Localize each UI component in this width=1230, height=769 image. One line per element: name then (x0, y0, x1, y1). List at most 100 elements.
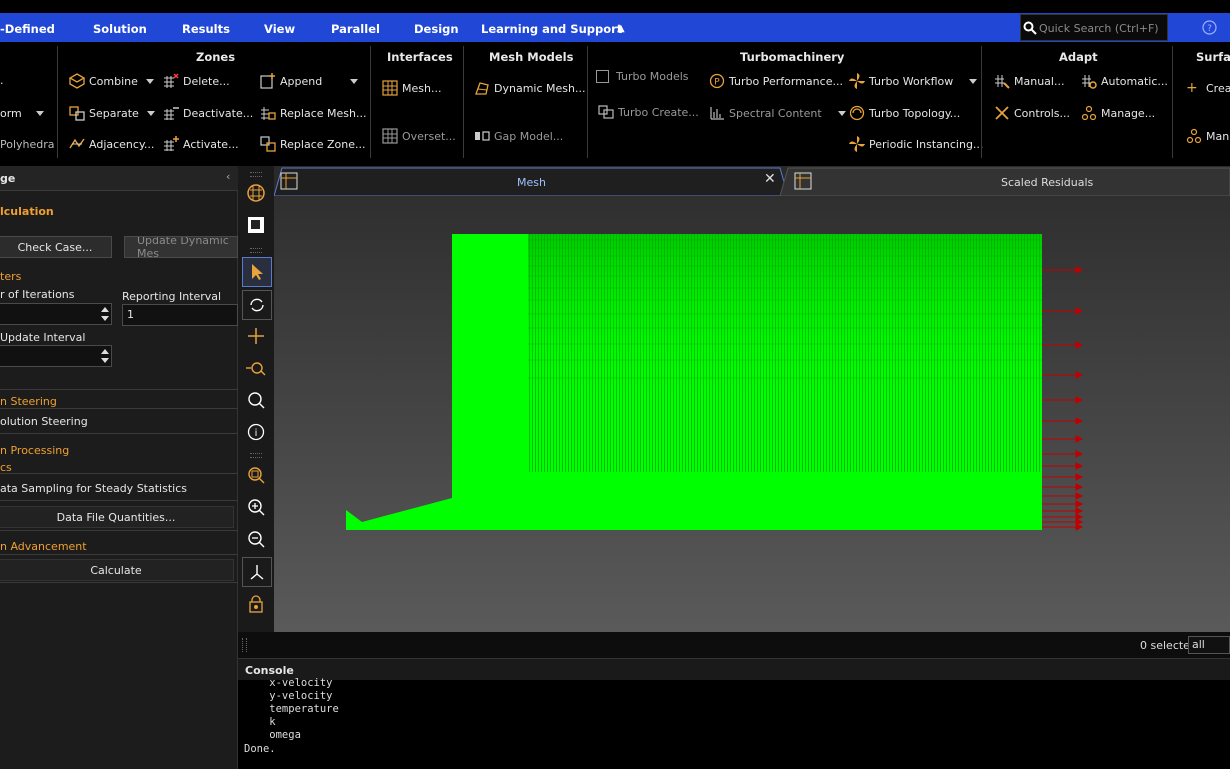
deactivate-zone-button[interactable]: Deactivate... (163, 103, 253, 123)
adapt-manage-button[interactable]: Manage... (1081, 103, 1155, 123)
menu-learning-support[interactable]: Learning and Support (481, 13, 622, 42)
tab-residuals[interactable] (794, 172, 812, 193)
divider (0, 473, 238, 474)
toolbar-grip[interactable] (250, 453, 262, 458)
dynamic-mesh-button[interactable]: Dynamic Mesh... (474, 78, 585, 98)
graphics-tabs: Mesh ✕ Scaled Residuals (274, 166, 1230, 196)
collapse-ribbon-icon[interactable]: ▲ (617, 13, 625, 42)
toolbar-grip[interactable] (250, 248, 262, 253)
selection-filter-select[interactable]: all (1188, 636, 1230, 654)
spinner-icon[interactable] (101, 306, 109, 322)
interface-mesh-button[interactable]: Mesh... (382, 78, 441, 98)
turbo-performance-icon: P (709, 73, 725, 89)
combine-label: Combine (89, 74, 138, 88)
delete-zone-button[interactable]: Delete... (163, 71, 230, 91)
help-button[interactable]: ? (1170, 14, 1230, 41)
replace-mesh-button[interactable]: Replace Mesh... (260, 103, 366, 123)
adapt-manual-label: Manual... (1014, 74, 1065, 88)
replace-zone-button[interactable]: Replace Zone... (260, 134, 366, 154)
mesh-display (346, 234, 1084, 531)
view-panes-icon[interactable] (242, 211, 270, 239)
combine-button[interactable]: Combine (68, 71, 154, 91)
data-file-quantities-button[interactable]: Data File Quantities... (0, 506, 234, 528)
zoom-out-icon[interactable] (242, 525, 270, 553)
activate-zone-button[interactable]: Activate... (163, 134, 239, 154)
overset-button[interactable]: Overset... (382, 126, 456, 146)
separate-icon (69, 105, 85, 121)
turbo-models-checkbox[interactable]: Turbo Models (596, 66, 689, 86)
separate-button[interactable]: Separate (69, 103, 155, 123)
update-dynamic-mesh-button[interactable]: Update Dynamic Mes (124, 236, 238, 258)
turbo-create-button[interactable]: Turbo Create... (598, 102, 699, 122)
graphics-viewport[interactable] (274, 196, 1230, 632)
menu-solution[interactable]: Solution (93, 13, 147, 42)
toolbar-grip[interactable] (250, 172, 262, 177)
check-case-button[interactable]: Check Case... (0, 236, 112, 258)
menu-user-defined[interactable]: -Defined (0, 13, 55, 42)
axes-orientation-icon[interactable] (242, 557, 272, 587)
zoom-in-icon[interactable] (242, 493, 270, 521)
adapt-automatic-button[interactable]: Automatic... (1081, 71, 1168, 91)
replace-zone-icon (260, 136, 276, 152)
menu-results[interactable]: Results (182, 13, 230, 42)
fit-to-window-icon[interactable] (242, 461, 270, 489)
gap-model-button[interactable]: Gap Model... (474, 126, 563, 146)
menu-design[interactable]: Design (414, 13, 459, 42)
replace-mesh-icon (260, 105, 276, 121)
mesh-display-icon[interactable] (242, 179, 270, 207)
adapt-manual-button[interactable]: Manual... (994, 71, 1064, 91)
lock-view-icon[interactable] (242, 590, 270, 618)
console-output[interactable]: x-velocity y-velocity temperature k omeg… (238, 677, 1230, 769)
close-tab-icon[interactable]: ✕ (764, 171, 776, 187)
adapt-controls-button[interactable]: Controls... (994, 103, 1070, 123)
transform-button[interactable]: orm (0, 103, 44, 123)
ribbon-separator (981, 46, 982, 158)
task-panel: ge ‹ lculation Check Case... Update Dyna… (0, 166, 238, 769)
search-placeholder: Quick Search (Ctrl+F) (1039, 22, 1159, 35)
pan-icon[interactable] (242, 322, 270, 350)
select-pointer-icon[interactable] (242, 257, 272, 287)
append-label: Append (280, 74, 323, 88)
calculate-button[interactable]: Calculate (0, 559, 234, 581)
rotate-icon[interactable] (242, 290, 272, 320)
turbo-performance-button[interactable]: P Turbo Performance... (709, 71, 843, 91)
adjacency-label: Adjacency... (89, 137, 155, 151)
menu-parallel[interactable]: Parallel (331, 13, 380, 42)
spectral-content-button[interactable]: Spectral Content (709, 103, 846, 123)
reporting-interval-input[interactable]: 1 (122, 304, 238, 326)
status-grip[interactable] (242, 638, 247, 652)
activate-label: Activate... (183, 137, 239, 151)
tab-mesh-label[interactable]: Mesh (517, 176, 546, 189)
tab-mesh[interactable] (280, 172, 298, 193)
quick-search-input[interactable]: Quick Search (Ctrl+F) (1020, 14, 1168, 41)
graphics-toolbar: i (238, 166, 274, 634)
update-interval-input[interactable] (0, 345, 112, 367)
surface-create-button[interactable]: + Creat (1186, 78, 1230, 98)
tab-residuals-label[interactable]: Scaled Residuals (1001, 176, 1093, 189)
gap-model-label: Gap Model... (494, 129, 564, 143)
zoom-icon[interactable] (242, 386, 270, 414)
turbo-workflow-label: Turbo Workflow (869, 74, 954, 88)
solution-steering-item[interactable]: olution Steering (0, 415, 88, 428)
turbo-topology-button[interactable]: Turbo Topology... (849, 103, 960, 123)
data-sampling-checkbox[interactable]: ata Sampling for Steady Statistics (0, 482, 187, 495)
menu-view[interactable]: View (264, 13, 295, 42)
adjacency-button[interactable]: Adjacency... (69, 134, 154, 154)
interface-mesh-label: Mesh... (402, 81, 442, 95)
collapse-panel-icon[interactable]: ‹ (226, 170, 230, 183)
separate-label: Separate (89, 106, 139, 120)
periodic-instancing-button[interactable]: Periodic Instancing... (849, 134, 983, 154)
dynamic-mesh-icon (474, 80, 490, 96)
iterations-input[interactable] (0, 303, 112, 325)
polyhedra-button[interactable]: Polyhedra (0, 134, 55, 154)
turbo-workflow-button[interactable]: Turbo Workflow (849, 71, 978, 91)
append-button[interactable]: Append (260, 71, 359, 91)
spinner-icon[interactable] (101, 348, 109, 364)
divider (0, 500, 238, 501)
info-icon[interactable]: i (242, 418, 270, 446)
console-title: Console (245, 664, 294, 677)
surface-manage-button[interactable]: Mana (1186, 126, 1230, 146)
section-run-advancement: n Advancement (0, 540, 87, 553)
zoom-in-out-icon[interactable] (242, 354, 270, 382)
divider (0, 582, 238, 583)
